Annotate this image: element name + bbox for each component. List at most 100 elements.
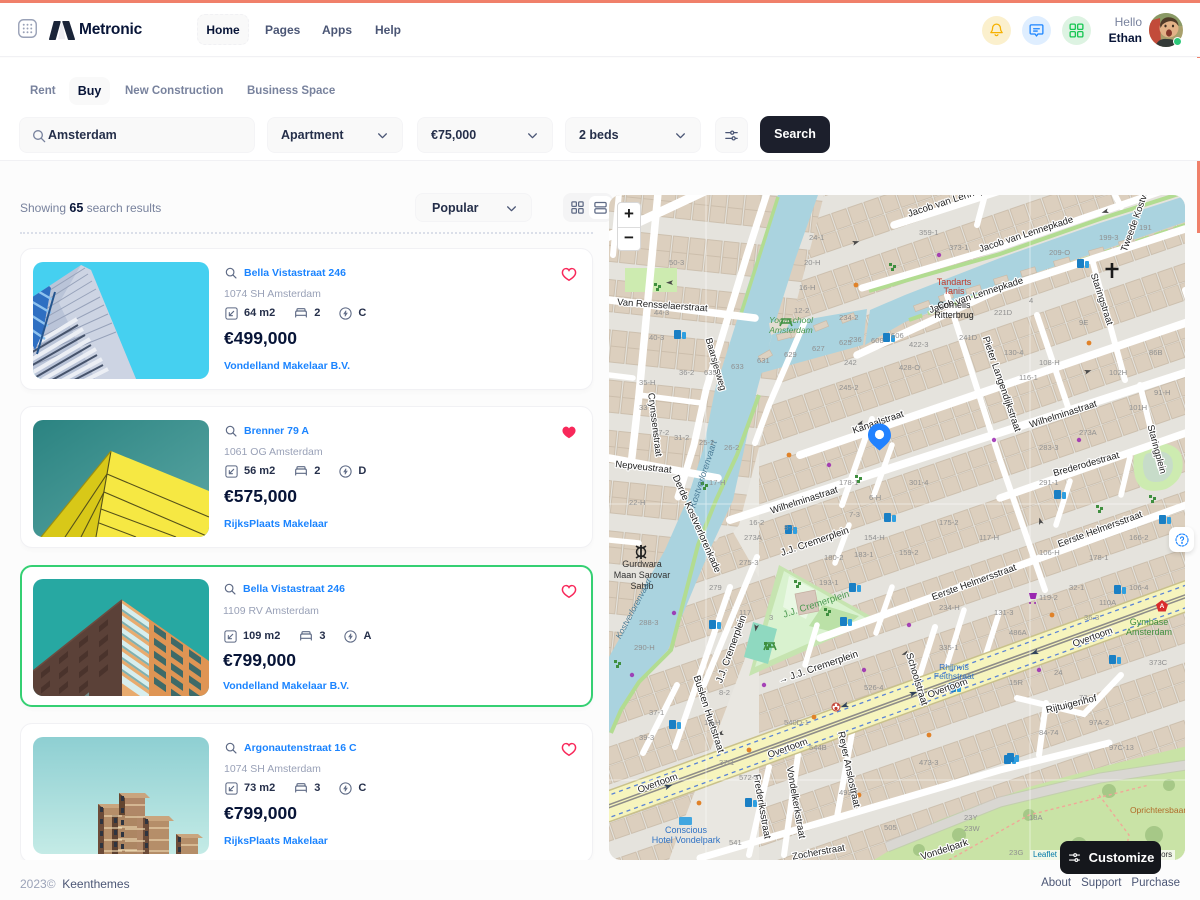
svg-text:23W: 23W: [964, 824, 980, 833]
svg-text:625: 625: [839, 338, 852, 347]
svg-text:540D-1: 540D-1: [784, 718, 809, 727]
svg-text:242: 242: [844, 358, 857, 367]
svg-text:209-O: 209-O: [1049, 248, 1070, 257]
svg-text:101H: 101H: [1129, 403, 1147, 412]
svg-text:572-3: 572-3: [739, 773, 758, 782]
svg-text:221D: 221D: [994, 308, 1013, 317]
svg-text:245-2: 245-2: [839, 383, 858, 392]
svg-text:241D: 241D: [959, 333, 978, 342]
svg-text:33: 33: [639, 403, 647, 412]
svg-text:119-2: 119-2: [1039, 593, 1058, 602]
svg-text:629: 629: [784, 350, 797, 359]
svg-text:Cornelis: Cornelis: [937, 300, 971, 310]
svg-text:183-1: 183-1: [854, 550, 873, 559]
svg-text:25-2: 25-2: [699, 438, 714, 447]
svg-text:178-1: 178-1: [839, 478, 858, 487]
svg-text:26-2: 26-2: [724, 443, 739, 452]
svg-text:288-3: 288-3: [639, 618, 658, 627]
svg-text:3: 3: [769, 613, 773, 622]
svg-text:Tanis: Tanis: [943, 286, 965, 296]
svg-text:20-H: 20-H: [804, 258, 820, 267]
svg-text:130-4: 130-4: [1004, 348, 1023, 357]
svg-text:154-H: 154-H: [864, 533, 885, 542]
svg-text:15R: 15R: [1009, 678, 1023, 687]
svg-text:275-3: 275-3: [739, 558, 758, 567]
svg-text:290-H: 290-H: [634, 643, 655, 652]
svg-text:17-H: 17-H: [709, 478, 725, 487]
svg-text:23G: 23G: [1009, 848, 1023, 857]
svg-text:526-4: 526-4: [864, 683, 883, 692]
svg-text:335-1: 335-1: [939, 643, 958, 652]
svg-text:35-H: 35-H: [639, 378, 655, 387]
svg-text:473-3: 473-3: [919, 758, 938, 767]
svg-text:273A: 273A: [744, 533, 763, 542]
svg-text:193-1: 193-1: [819, 578, 838, 587]
svg-text:283-3: 283-3: [1039, 443, 1058, 452]
svg-text:373-1: 373-1: [949, 243, 968, 252]
svg-text:608: 608: [871, 336, 884, 345]
svg-text:44-3: 44-3: [654, 308, 669, 317]
svg-text:273A: 273A: [1079, 428, 1098, 437]
svg-text:14-H: 14-H: [704, 718, 720, 727]
svg-text:Maan Sarovar: Maan Sarovar: [614, 570, 671, 580]
svg-text:117-H: 117-H: [979, 533, 999, 542]
svg-text:108-H: 108-H: [1039, 358, 1060, 367]
svg-text:422-3: 422-3: [909, 340, 928, 349]
svg-text:97C-13: 97C-13: [1109, 743, 1134, 752]
svg-text:8-1: 8-1: [784, 523, 795, 532]
svg-text:23Y: 23Y: [964, 813, 978, 822]
svg-text:505: 505: [884, 823, 897, 832]
svg-text:635: 635: [704, 368, 717, 377]
svg-text:32-1: 32-1: [1069, 583, 1084, 592]
svg-text:117: 117: [739, 608, 751, 617]
svg-text:39-3: 39-3: [639, 733, 654, 742]
svg-text:86B: 86B: [1149, 348, 1163, 357]
svg-text:97A-2: 97A-2: [1089, 718, 1109, 727]
svg-text:91-H: 91-H: [1154, 388, 1170, 397]
svg-text:24: 24: [1054, 668, 1062, 677]
svg-text:279: 279: [709, 583, 722, 592]
svg-text:24-1: 24-1: [809, 233, 824, 242]
svg-text:16-2: 16-2: [749, 518, 764, 527]
svg-text:428-O: 428-O: [899, 363, 920, 372]
svg-text:18A: 18A: [1029, 813, 1043, 822]
svg-text:359-1: 359-1: [919, 228, 938, 237]
svg-text:Feithstraat: Feithstraat: [934, 671, 975, 681]
svg-text:A: A: [1160, 603, 1165, 610]
svg-text:106-H: 106-H: [1039, 548, 1060, 557]
svg-text:178-1: 178-1: [1089, 553, 1108, 562]
svg-text:4: 4: [1029, 296, 1033, 305]
svg-text:199-3: 199-3: [1099, 233, 1118, 242]
svg-text:8-2: 8-2: [719, 688, 730, 697]
svg-text:159-2: 159-2: [899, 548, 918, 557]
svg-text:606: 606: [891, 331, 904, 340]
svg-text:102H: 102H: [1109, 368, 1127, 377]
svg-text:Amsterdam: Amsterdam: [1126, 627, 1172, 637]
svg-text:37-2: 37-2: [654, 428, 669, 437]
svg-text:37-1: 37-1: [719, 758, 734, 767]
svg-text:301-4: 301-4: [909, 478, 928, 487]
svg-text:84-74: 84-74: [1039, 728, 1058, 737]
svg-text:291-1: 291-1: [1039, 478, 1058, 487]
svg-text:Ritterbrug: Ritterbrug: [934, 310, 974, 320]
svg-text:166-2: 166-2: [1129, 533, 1148, 542]
svg-text:31-2: 31-2: [674, 433, 689, 442]
svg-text:110A: 110A: [1099, 598, 1117, 607]
svg-text:180-2: 180-2: [824, 553, 843, 562]
svg-text:131-3: 131-3: [994, 608, 1013, 617]
svg-text:541: 541: [729, 838, 742, 847]
svg-text:73: 73: [1079, 693, 1087, 702]
svg-text:175-2: 175-2: [939, 518, 958, 527]
svg-text:37-1: 37-1: [649, 708, 664, 717]
svg-text:Conscious: Conscious: [665, 825, 708, 835]
svg-text:50-3: 50-3: [669, 258, 684, 267]
svg-text:373C: 373C: [1149, 658, 1168, 667]
svg-text:493-1: 493-1: [839, 788, 858, 797]
svg-text:544B: 544B: [809, 743, 827, 752]
svg-text:7-3: 7-3: [849, 510, 860, 519]
svg-text:Yogaschool: Yogaschool: [769, 315, 814, 325]
svg-text:631: 631: [757, 356, 770, 365]
svg-text:486A: 486A: [1009, 628, 1028, 637]
svg-text:6-H: 6-H: [869, 493, 881, 502]
svg-text:106-4: 106-4: [1129, 583, 1148, 592]
